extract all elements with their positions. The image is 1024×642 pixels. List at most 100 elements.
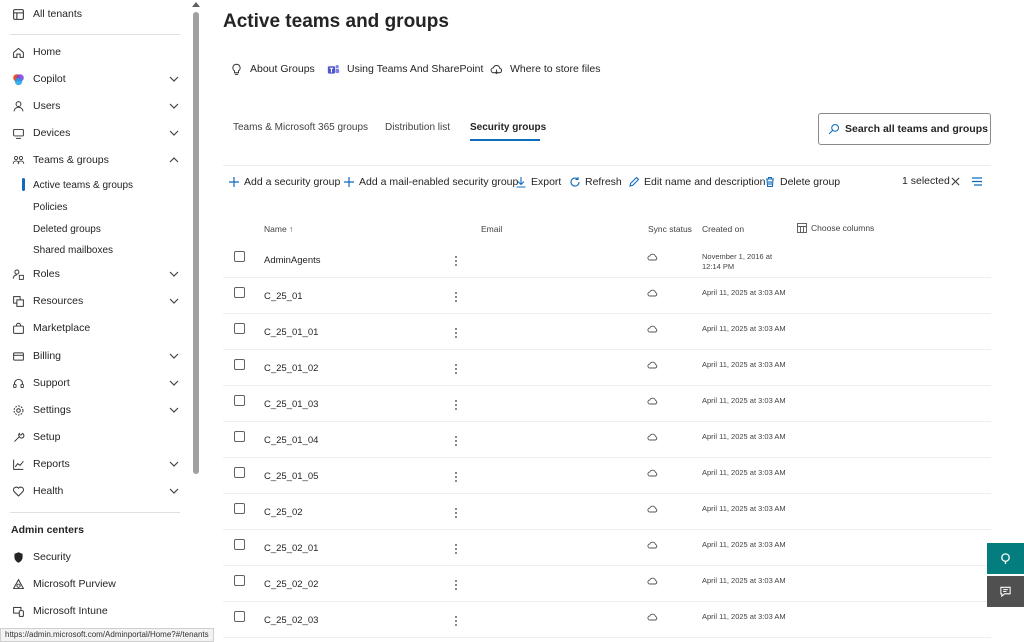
- table-row[interactable]: C_25_02_03 April 11, 2025 at 3:03 AM: [223, 602, 991, 638]
- search-input[interactable]: Search all teams and groups: [818, 113, 991, 145]
- chevron-up-icon[interactable]: [168, 154, 180, 166]
- more-options-icon[interactable]: [452, 434, 460, 448]
- group-name[interactable]: C_25_01_05: [264, 471, 318, 482]
- sidebar-item-billing[interactable]: Billing: [0, 345, 190, 367]
- scrollbar-thumb[interactable]: [193, 12, 199, 474]
- table-row[interactable]: AdminAgents November 1, 2016 at 12:14 PM: [223, 242, 991, 278]
- export-button[interactable]: Export: [515, 175, 561, 189]
- table-row[interactable]: C_25_01_02 April 11, 2025 at 3:03 AM: [223, 350, 991, 386]
- sidebar-item-resources[interactable]: Resources: [0, 290, 190, 312]
- group-name[interactable]: C_25_02_02: [264, 579, 318, 590]
- sidebar-item-teams-groups[interactable]: Teams & groups: [0, 149, 190, 171]
- admin-center-security[interactable]: Security: [0, 546, 190, 568]
- sidebar-item-support[interactable]: Support: [0, 372, 190, 394]
- sidebar-subitem-deleted-groups[interactable]: Deleted groups: [0, 219, 190, 239]
- table-row[interactable]: C_25_01_05 April 11, 2025 at 3:03 AM: [223, 458, 991, 494]
- choose-columns-button[interactable]: Choose columns: [797, 223, 874, 233]
- sidebar-subitem-policies[interactable]: Policies: [0, 197, 190, 217]
- more-options-icon[interactable]: [452, 614, 460, 628]
- row-checkbox[interactable]: [234, 359, 245, 370]
- table-row[interactable]: C_25_01_04 April 11, 2025 at 3:03 AM: [223, 422, 991, 458]
- group-name[interactable]: C_25_02_01: [264, 543, 318, 554]
- close-icon[interactable]: [950, 176, 961, 187]
- table-row[interactable]: C_25_01 April 11, 2025 at 3:03 AM: [223, 278, 991, 314]
- refresh-button[interactable]: Refresh: [569, 175, 622, 189]
- more-options-icon[interactable]: [452, 542, 460, 556]
- view-options-icon[interactable]: [971, 176, 983, 187]
- copilot-assist-button[interactable]: [987, 543, 1024, 574]
- sidebar-item-devices[interactable]: Devices: [0, 122, 190, 144]
- add-security-group-button[interactable]: Add a security group: [228, 175, 340, 189]
- sidebar-item-roles[interactable]: Roles: [0, 263, 190, 285]
- group-name[interactable]: C_25_02: [264, 507, 303, 518]
- row-checkbox[interactable]: [234, 431, 245, 442]
- more-options-icon[interactable]: [452, 290, 460, 304]
- sidebar-item-reports[interactable]: Reports: [0, 453, 190, 475]
- sidebar-subitem-shared-mailboxes[interactable]: Shared mailboxes: [0, 240, 190, 260]
- where-to-store-files-link[interactable]: Where to store files: [490, 60, 600, 78]
- chevron-down-icon[interactable]: [168, 268, 180, 280]
- sidebar-item-setup[interactable]: Setup: [0, 426, 190, 448]
- sidebar-item-copilot[interactable]: Copilot: [0, 68, 190, 90]
- row-checkbox[interactable]: [234, 251, 245, 262]
- column-header-sync-status[interactable]: Sync status: [648, 224, 692, 234]
- tab-security-groups[interactable]: Security groups: [470, 122, 546, 133]
- chevron-down-icon[interactable]: [168, 295, 180, 307]
- column-header-name[interactable]: Name ↑: [264, 224, 293, 234]
- sidebar-scrollbar[interactable]: [190, 0, 202, 642]
- chevron-down-icon[interactable]: [168, 350, 180, 362]
- admin-center-purview[interactable]: Microsoft Purview: [0, 573, 190, 595]
- more-options-icon[interactable]: [452, 362, 460, 376]
- more-options-icon[interactable]: [452, 326, 460, 340]
- sidebar-item-users[interactable]: Users: [0, 95, 190, 117]
- table-row[interactable]: C_25_01_01 April 11, 2025 at 3:03 AM: [223, 314, 991, 350]
- chevron-down-icon[interactable]: [168, 404, 180, 416]
- sidebar-item-settings[interactable]: Settings: [0, 399, 190, 421]
- row-checkbox[interactable]: [234, 467, 245, 478]
- more-options-icon[interactable]: [452, 254, 460, 268]
- edit-name-description-button[interactable]: Edit name and description: [628, 175, 765, 189]
- column-header-created-on[interactable]: Created on: [702, 224, 744, 234]
- sidebar-item-health[interactable]: Health: [0, 480, 190, 502]
- about-groups-link[interactable]: About Groups: [230, 60, 315, 78]
- table-row[interactable]: C_25_02 April 11, 2025 at 3:03 AM: [223, 494, 991, 530]
- row-checkbox[interactable]: [234, 287, 245, 298]
- more-options-icon[interactable]: [452, 470, 460, 484]
- group-name[interactable]: C_25_01_03: [264, 399, 318, 410]
- admin-center-intune[interactable]: Microsoft Intune: [0, 600, 190, 622]
- add-mail-enabled-security-group-button[interactable]: Add a mail-enabled security group: [343, 175, 518, 189]
- delete-group-button[interactable]: Delete group: [764, 175, 840, 189]
- group-name[interactable]: C_25_01_02: [264, 363, 318, 374]
- row-checkbox[interactable]: [234, 539, 245, 550]
- sidebar-item-home[interactable]: Home: [0, 41, 190, 63]
- table-row[interactable]: C_25_01_03 April 11, 2025 at 3:03 AM: [223, 386, 991, 422]
- group-name[interactable]: C_25_01_01: [264, 327, 318, 338]
- feedback-button[interactable]: [987, 576, 1024, 607]
- more-options-icon[interactable]: [452, 578, 460, 592]
- scroll-up-arrow-icon[interactable]: [192, 2, 200, 7]
- column-header-email[interactable]: Email: [481, 224, 502, 234]
- chevron-down-icon[interactable]: [168, 100, 180, 112]
- tab-teams-m365-groups[interactable]: Teams & Microsoft 365 groups: [233, 122, 368, 133]
- row-checkbox[interactable]: [234, 575, 245, 586]
- chevron-down-icon[interactable]: [168, 127, 180, 139]
- all-tenants-link[interactable]: All tenants: [0, 3, 190, 25]
- chevron-down-icon[interactable]: [168, 485, 180, 497]
- using-teams-sharepoint-link[interactable]: Using Teams And SharePoint: [327, 60, 483, 78]
- chevron-down-icon[interactable]: [168, 377, 180, 389]
- chevron-down-icon[interactable]: [168, 458, 180, 470]
- table-row[interactable]: C_25_02_01 April 11, 2025 at 3:03 AM: [223, 530, 991, 566]
- group-name[interactable]: AdminAgents: [264, 255, 321, 266]
- group-name[interactable]: C_25_01: [264, 291, 303, 302]
- table-row[interactable]: C_25_02_02 April 11, 2025 at 3:03 AM: [223, 566, 991, 602]
- group-name[interactable]: C_25_01_04: [264, 435, 318, 446]
- sidebar-subitem-active-teams-groups[interactable]: Active teams & groups: [0, 175, 190, 195]
- tab-distribution-list[interactable]: Distribution list: [385, 122, 450, 133]
- sidebar-item-marketplace[interactable]: Marketplace: [0, 317, 190, 339]
- group-name[interactable]: C_25_02_03: [264, 615, 318, 626]
- more-options-icon[interactable]: [452, 398, 460, 412]
- row-checkbox[interactable]: [234, 503, 245, 514]
- chevron-down-icon[interactable]: [168, 73, 180, 85]
- row-checkbox[interactable]: [234, 395, 245, 406]
- row-checkbox[interactable]: [234, 323, 245, 334]
